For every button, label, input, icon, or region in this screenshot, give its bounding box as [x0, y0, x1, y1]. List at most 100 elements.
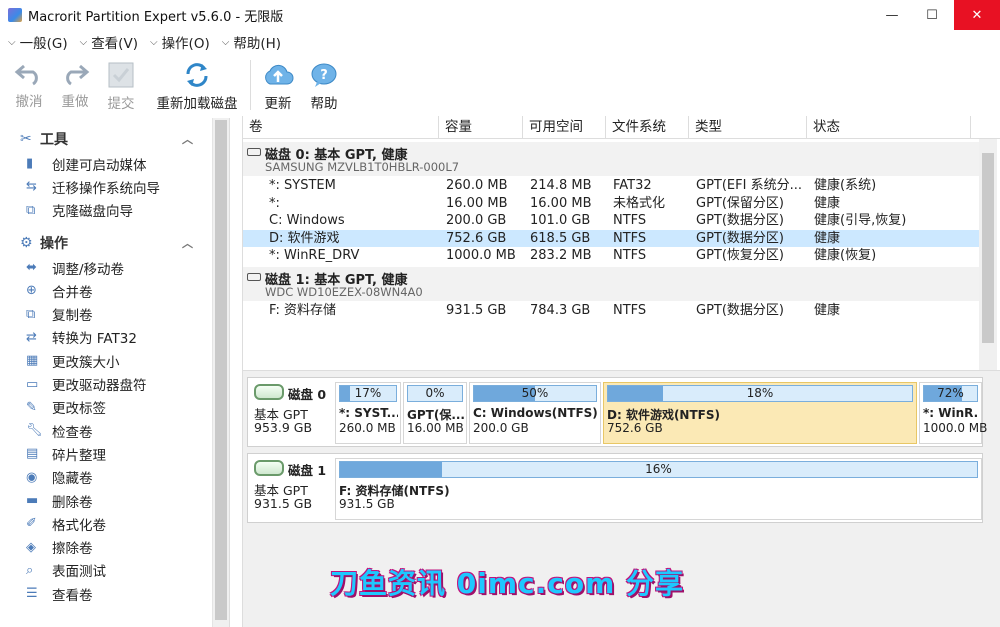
- help-button[interactable]: ? 帮助: [301, 56, 347, 114]
- partition-name: *: WinR...: [923, 406, 979, 420]
- hard-drive-icon: [254, 384, 284, 400]
- partition-block[interactable]: 0% GPT(保... 16.00 MB: [403, 382, 467, 444]
- delete-icon: ▬: [26, 493, 39, 508]
- col-free[interactable]: 可用空间: [523, 116, 606, 139]
- cloud-upload-icon: [265, 64, 294, 85]
- table-row[interactable]: *: WinRE_DRV 1000.0 MB 283.2 MB NTFS GPT…: [243, 247, 979, 265]
- col-filesystem[interactable]: 文件系统: [606, 116, 689, 139]
- usage-bar: 17%: [339, 385, 397, 402]
- partition-block[interactable]: 16% F: 资料存储(NTFS) 931.5 GB: [335, 458, 982, 520]
- sidebar-item-label: 格式化卷: [52, 517, 106, 534]
- disk-map-disk1[interactable]: 磁盘 1 基本 GPT 931.5 GB 16% F: 资料存储(NTFS) 9…: [247, 453, 983, 523]
- sidebar-item-migrate-os[interactable]: ⇆ 迁移操作系统向导: [6, 175, 229, 198]
- sidebar-item-check[interactable]: 🔧︎ 检查卷: [6, 419, 229, 442]
- gear-icon: ⚙: [20, 234, 33, 251]
- sidebar-item-wipe[interactable]: ◈ 擦除卷: [6, 535, 229, 558]
- sidebar-item-clone-disk[interactable]: ⧉ 克隆磁盘向导: [6, 199, 229, 222]
- usb-icon: ▮: [26, 156, 34, 172]
- operations-section-header[interactable]: ⚙ 操作 ︿: [6, 230, 229, 256]
- column-header: 卷 容量 可用空间 文件系统 类型 状态: [243, 116, 1000, 139]
- sidebar-scrollbar[interactable]: [212, 118, 229, 627]
- maximize-button[interactable]: ☐: [916, 0, 948, 30]
- partition-block-selected[interactable]: 18% D: 软件游戏(NTFS) 752.6 GB: [603, 382, 917, 444]
- sidebar-item-label: 合并卷: [52, 284, 93, 301]
- collapse-up-icon[interactable]: ︿: [182, 235, 193, 251]
- clone-icon: ⧉: [26, 202, 36, 218]
- sidebar-item-label: 删除卷: [52, 494, 93, 511]
- sidebar-item-resize-move[interactable]: ⬌ 调整/移动卷: [6, 256, 229, 279]
- table-row[interactable]: *: SYSTEM 260.0 MB 214.8 MB FAT32 GPT(EF…: [243, 177, 979, 195]
- tools-section-header[interactable]: ✂ 工具 ︿: [6, 126, 229, 152]
- sidebar-item-label: 擦除卷: [52, 541, 93, 558]
- cell-capacity: 16.00 MB: [446, 195, 508, 211]
- cell-filesystem: NTFS: [613, 213, 647, 228]
- usage-percent: 16%: [645, 462, 672, 476]
- cell-capacity: 1000.0 MB: [446, 248, 516, 263]
- minimize-button[interactable]: —: [876, 0, 908, 30]
- hard-drive-icon: [254, 460, 284, 476]
- redo-button[interactable]: 重做: [52, 56, 98, 114]
- disk-row[interactable]: 磁盘 0: 基本 GPT, 健康 SAMSUNG MZVLB1T0HBLR-00…: [243, 142, 979, 176]
- reload-label: 重新加载磁盘: [156, 96, 238, 112]
- svg-text:?: ?: [320, 68, 328, 83]
- sidebar-item-hide[interactable]: ◉ 隐藏卷: [6, 466, 229, 489]
- sidebar-item-defrag[interactable]: ▤ 碎片整理: [6, 442, 229, 465]
- partition-block[interactable]: 50% C: Windows(NTFS) 200.0 GB: [469, 382, 601, 444]
- cell-filesystem: NTFS: [613, 230, 647, 246]
- disk-name: 磁盘 0: [288, 387, 327, 402]
- partition-size: 16.00 MB: [407, 421, 464, 435]
- table-row[interactable]: *: 16.00 MB 16.00 MB 未格式化 GPT(保留分区) 健康: [243, 195, 979, 213]
- col-status[interactable]: 状态: [807, 116, 971, 139]
- operations-title: 操作: [40, 235, 68, 252]
- cell-filesystem: NTFS: [613, 303, 647, 318]
- cell-volume: *: WinRE_DRV: [269, 248, 360, 263]
- sidebar-item-merge[interactable]: ⊕ 合并卷: [6, 279, 229, 302]
- disk-map-disk0[interactable]: 磁盘 0 基本 GPT 953.9 GB 17% *: SYST... 260.…: [247, 377, 987, 447]
- cell-status: 健康: [814, 230, 841, 246]
- view-icon: ☰: [26, 586, 38, 602]
- col-capacity[interactable]: 容量: [439, 116, 523, 139]
- sidebar-item-convert-fat32[interactable]: ⇄ 转换为 FAT32: [6, 326, 229, 349]
- sidebar-item-format[interactable]: ✐ 格式化卷: [6, 512, 229, 535]
- update-button[interactable]: 更新: [255, 56, 301, 114]
- table-row-selected[interactable]: D: 软件游戏 752.6 GB 618.5 GB NTFS GPT(数据分区)…: [243, 229, 979, 247]
- usage-bar: 72%: [923, 385, 978, 402]
- collapse-up-icon[interactable]: ︿: [182, 131, 193, 147]
- disk-size: 931.5 GB: [254, 496, 313, 511]
- disk-name: 磁盘 1: [288, 463, 327, 478]
- sidebar-item-delete[interactable]: ▬ 删除卷: [6, 489, 229, 512]
- sidebar-item-label: 隐藏卷: [52, 471, 93, 488]
- redo-label: 重做: [61, 94, 89, 110]
- scrollbar-thumb[interactable]: [215, 120, 227, 620]
- cell-free: 618.5 GB: [530, 230, 591, 246]
- usage-bar: 16%: [339, 461, 978, 478]
- menu-view[interactable]: ⌵ 查看(V): [80, 32, 138, 52]
- reload-disk-button[interactable]: 重新加载磁盘: [148, 56, 246, 114]
- sidebar-item-view-volume[interactable]: ☰ 查看卷: [6, 582, 229, 605]
- col-type[interactable]: 类型: [689, 116, 807, 139]
- chevron-down-icon: ⌵: [149, 36, 158, 48]
- menu-label: 操作(O): [161, 36, 210, 52]
- close-button[interactable]: ✕: [954, 0, 1000, 30]
- undo-button[interactable]: 撤消: [6, 56, 52, 114]
- sidebar-item-copy[interactable]: ⧉ 复制卷: [6, 302, 229, 325]
- scrollbar-thumb[interactable]: [982, 153, 994, 343]
- col-volume[interactable]: 卷: [243, 116, 439, 139]
- sidebar-item-drive-letter[interactable]: ▭ 更改驱动器盘符: [6, 372, 229, 395]
- menu-operation[interactable]: ⌵ 操作(O): [150, 32, 210, 52]
- sidebar-item-cluster-size[interactable]: ▦ 更改簇大小: [6, 349, 229, 372]
- table-row[interactable]: F: 资料存储 931.5 GB 784.3 GB NTFS GPT(数据分区)…: [243, 302, 979, 320]
- partition-block[interactable]: 72% *: WinR... 1000.0 MB: [919, 382, 987, 444]
- partition-block[interactable]: 17% *: SYST... 260.0 MB: [335, 382, 401, 444]
- sidebar-item-bootable-media[interactable]: ▮ 创建可启动媒体: [6, 152, 229, 175]
- sidebar-item-surface-test[interactable]: ⌕ 表面测试: [6, 559, 229, 582]
- table-row[interactable]: C: Windows 200.0 GB 101.0 GB NTFS GPT(数据…: [243, 212, 979, 230]
- magnifier-icon: ⌕: [26, 562, 34, 578]
- menu-general[interactable]: ⌵ 一般(G): [8, 32, 68, 52]
- disk-row[interactable]: 磁盘 1: 基本 GPT, 健康 WDC WD10EZEX-08WN4A0: [243, 267, 979, 301]
- menu-help[interactable]: ⌵ 帮助(H): [222, 32, 281, 52]
- cell-filesystem: NTFS: [613, 248, 647, 263]
- sidebar-item-change-label[interactable]: ✎ 更改标签: [6, 396, 229, 419]
- commit-button[interactable]: 提交: [98, 56, 144, 114]
- title-bar: Macrorit Partition Expert v5.6.0 - 无限版 —…: [0, 0, 1000, 30]
